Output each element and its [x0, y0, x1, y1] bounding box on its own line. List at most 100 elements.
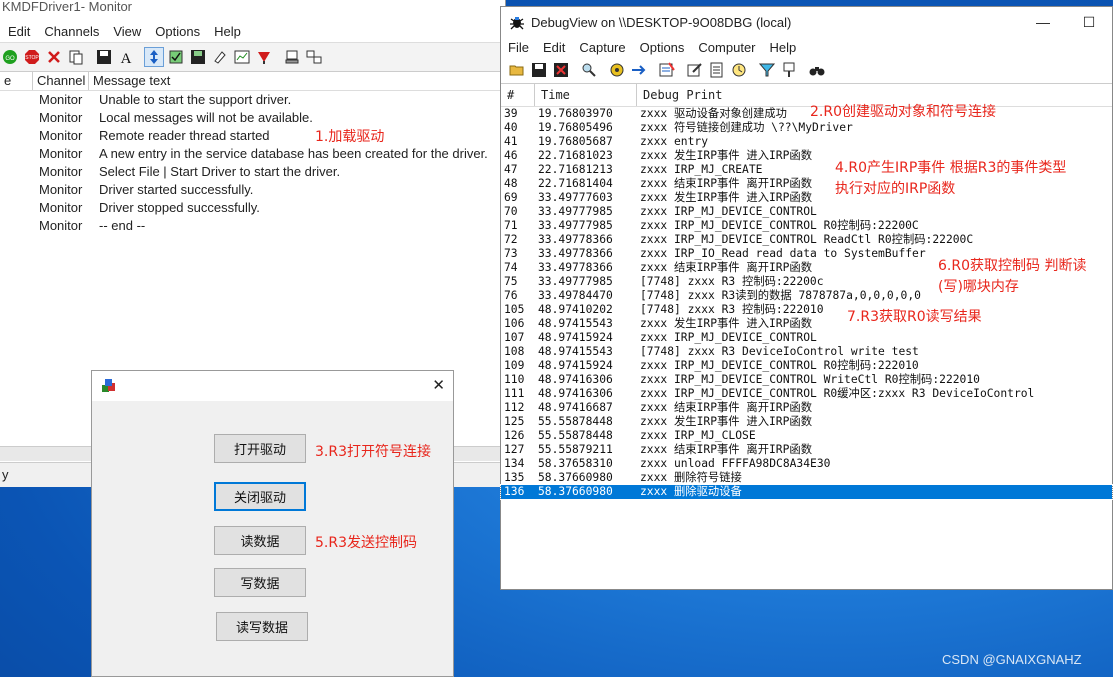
go-icon[interactable]: GO — [0, 47, 20, 67]
capture-icon[interactable] — [551, 60, 571, 80]
stop-icon[interactable]: STOP — [22, 47, 42, 67]
table-row[interactable]: 111 48.97416306 zxxx IRP_MJ_DEVICE_CONTROL… — [501, 387, 1112, 401]
table-row[interactable]: 136 58.37660980 zxxx 删除驱动设备 — [500, 484, 1113, 500]
table-row[interactable]: 106 48.97415543 zxxx 发生IRP事件 进入IRP函数 — [501, 317, 1112, 331]
col-message[interactable]: Message text — [89, 72, 505, 90]
cell-time: 55.55878448 — [538, 415, 613, 428]
chart-icon[interactable] — [232, 47, 252, 67]
col-number[interactable]: # — [501, 84, 535, 106]
copy-icon[interactable] — [66, 47, 86, 67]
find-icon[interactable] — [579, 60, 599, 80]
cell-debug-print: zxxx 结束IRP事件 离开IRP函数 — [640, 443, 812, 456]
binoculars-icon[interactable] — [807, 60, 827, 80]
cell-debug-print: zxxx IRP_MJ_DEVICE_CONTROL ReadCtl R0控制码… — [640, 233, 974, 246]
clear-display-icon[interactable] — [657, 60, 677, 80]
font-icon[interactable]: A — [116, 47, 136, 67]
clear-icon[interactable] — [44, 47, 64, 67]
dv-menu-options[interactable]: Options — [640, 40, 685, 55]
list-item[interactable]: Monitor Unable to start the support drive… — [0, 91, 505, 109]
close-driver-button[interactable]: 关闭驱动 — [214, 482, 306, 511]
table-row[interactable]: 112 48.97416687 zxxx 结束IRP事件 离开IRP函数 — [501, 401, 1112, 415]
capture-kernel-icon[interactable] — [607, 60, 627, 80]
dv-menu-capture[interactable]: Capture — [579, 40, 625, 55]
highlight-icon[interactable] — [779, 60, 799, 80]
cell-number: 110 — [504, 373, 525, 386]
network-icon[interactable] — [304, 47, 324, 67]
col-time[interactable]: Time — [535, 84, 637, 106]
col-channel[interactable]: Channel — [33, 72, 89, 90]
monitor-menubar: Edit Channels View Options Help — [0, 20, 505, 42]
list-item[interactable]: Monitor Local messages will not be availa… — [0, 109, 505, 127]
log-icon[interactable] — [707, 60, 727, 80]
open-driver-button[interactable]: 打开驱动 — [214, 434, 306, 463]
dv-menu-file[interactable]: File — [508, 40, 529, 55]
erase-icon[interactable] — [210, 47, 230, 67]
list-item[interactable]: Monitor Driver stopped successfully. — [0, 199, 505, 217]
table-row[interactable]: 126 55.55878448 zxxx IRP_MJ_CLOSE — [501, 429, 1112, 443]
edit-icon[interactable] — [685, 60, 705, 80]
table-row[interactable]: 76 33.49784470 [7748] zxxx R3读到的数据 7878787… — [501, 289, 1112, 303]
list-item[interactable]: Monitor Driver started successfully. — [0, 181, 505, 199]
cell-message: Unable to start the support driver. — [99, 92, 292, 107]
menu-options[interactable]: Options — [155, 24, 200, 39]
menu-help[interactable]: Help — [214, 24, 241, 39]
close-icon[interactable]: ✕ — [432, 376, 445, 394]
table-row[interactable]: 127 55.55879211 zxxx 结束IRP事件 离开IRP函数 — [501, 443, 1112, 457]
cell-channel: Monitor — [39, 182, 83, 197]
table-row[interactable]: 71 33.49777985 zxxx IRP_MJ_DEVICE_CONTROL … — [501, 219, 1112, 233]
list-item[interactable]: Monitor -- end -- — [0, 217, 505, 235]
table-row[interactable]: 70 33.49777985 zxxx IRP_MJ_DEVICE_CONTROL — [501, 205, 1112, 219]
cell-message: Driver stopped successfully. — [99, 200, 260, 215]
dv-menu-edit[interactable]: Edit — [543, 40, 565, 55]
minimize-icon[interactable]: — — [1020, 14, 1066, 30]
scroll-icon[interactable] — [144, 47, 164, 67]
table-row[interactable]: 125 55.55878448 zxxx 发生IRP事件 进入IRP函数 — [501, 415, 1112, 429]
table-row[interactable]: 108 48.97415543 [7748] zxxx R3 DeviceIoCon… — [501, 345, 1112, 359]
cell-debug-print: zxxx 结束IRP事件 离开IRP函数 — [640, 401, 812, 414]
table-row[interactable]: 40 19.76805496 zxxx 符号链接创建成功 \??\MyDriver — [501, 121, 1112, 135]
read-data-button[interactable]: 读数据 — [214, 526, 306, 555]
table-row[interactable]: 134 58.37658310 zxxx unload FFFFA98DC8A34E… — [501, 457, 1112, 471]
menu-edit[interactable]: Edit — [8, 24, 30, 39]
table-row[interactable]: 39 19.76803970 zxxx 驱动设备对象创建成功 — [501, 107, 1112, 121]
dv-menu-computer[interactable]: Computer — [698, 40, 755, 55]
cell-debug-print: zxxx IRP_MJ_DEVICE_CONTROL WriteCtl R0控制… — [640, 373, 980, 386]
cell-time: 22.71681213 — [538, 163, 613, 176]
cell-time: 33.49777985 — [538, 219, 613, 232]
table-row[interactable]: 75 33.49777985 [7748] zxxx R3 控制码:22200c — [501, 275, 1112, 289]
cell-message: Driver started successfully. — [99, 182, 254, 197]
table-row[interactable]: 110 48.97416306 zxxx IRP_MJ_DEVICE_CONTROL… — [501, 373, 1112, 387]
open-folder-icon[interactable] — [507, 60, 527, 80]
computer-icon[interactable] — [282, 47, 302, 67]
table-row[interactable]: 72 33.49778366 zxxx IRP_MJ_DEVICE_CONTROL … — [501, 233, 1112, 247]
highlight-icon[interactable] — [254, 47, 274, 67]
maximize-icon[interactable]: ☐ — [1066, 14, 1112, 31]
table-row[interactable]: 105 48.97410202 [7748] zxxx R3 控制码:222010 — [501, 303, 1112, 317]
menu-view[interactable]: View — [113, 24, 141, 39]
clock-icon[interactable] — [729, 60, 749, 80]
list-item[interactable]: Monitor A new entry in the service databa… — [0, 145, 505, 163]
filter-icon[interactable] — [757, 60, 777, 80]
dv-menu-help[interactable]: Help — [770, 40, 797, 55]
list-item[interactable]: Monitor Remote reader thread started — [0, 127, 505, 145]
readwrite-data-button[interactable]: 读写数据 — [216, 612, 308, 641]
save-log-icon[interactable] — [188, 47, 208, 67]
save-icon[interactable] — [529, 60, 549, 80]
annotation-r3-open: 3.R3打开符号连接 — [315, 444, 431, 460]
cell-number: 39 — [504, 107, 518, 120]
table-row[interactable]: 69 33.49777603 zxxx 发生IRP事件 进入IRP函数 — [501, 191, 1112, 205]
list-item[interactable]: Monitor Select File | Start Driver to sta… — [0, 163, 505, 181]
annotation-irp-event-2: 执行对应的IRP函数 — [835, 181, 956, 197]
save-icon[interactable] — [94, 47, 114, 67]
write-data-button[interactable]: 写数据 — [214, 568, 306, 597]
autoscroll-icon[interactable] — [629, 60, 649, 80]
table-row[interactable]: 48 22.71681404 zxxx 结束IRP事件 离开IRP函数 — [501, 177, 1112, 191]
col-time[interactable]: e — [0, 72, 33, 90]
table-row[interactable]: 107 48.97415924 zxxx IRP_MJ_DEVICE_CONTROL — [501, 331, 1112, 345]
table-row[interactable]: 135 58.37660980 zxxx 删除符号链接 — [501, 471, 1112, 485]
cell-time: 48.97415543 — [538, 317, 613, 330]
table-row[interactable]: 109 48.97415924 zxxx IRP_MJ_DEVICE_CONTROL… — [501, 359, 1112, 373]
menu-channels[interactable]: Channels — [44, 24, 99, 39]
filter-icon[interactable] — [166, 47, 186, 67]
table-row[interactable]: 41 19.76805687 zxxx entry — [501, 135, 1112, 149]
